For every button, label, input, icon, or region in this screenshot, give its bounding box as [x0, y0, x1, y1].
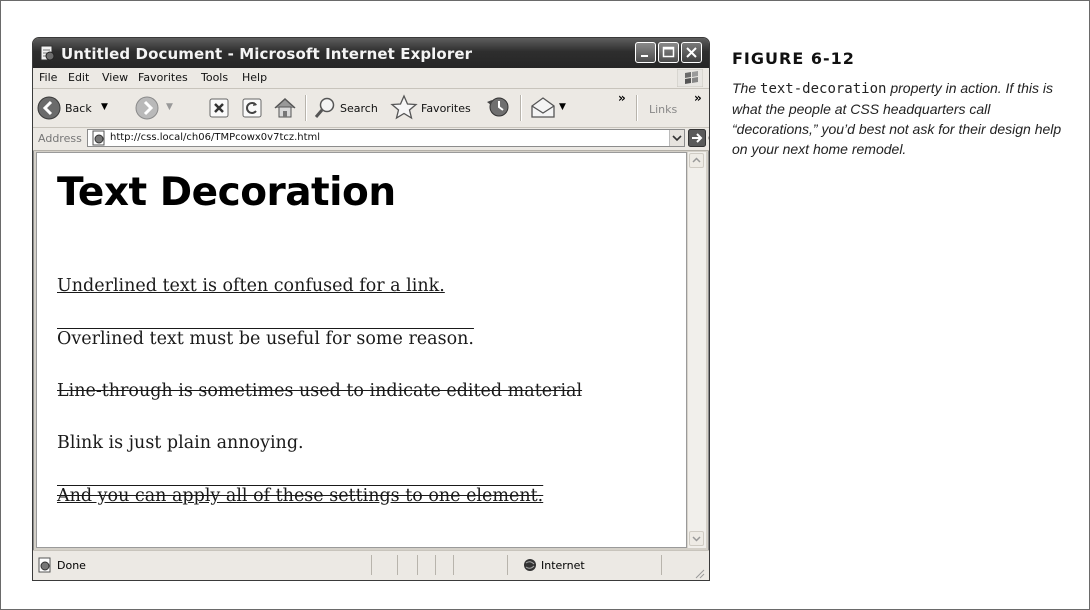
- address-dropdown-button[interactable]: [669, 130, 684, 146]
- resize-grip-icon[interactable]: [693, 567, 705, 579]
- forward-dropdown-icon[interactable]: ▼: [166, 102, 173, 112]
- status-pane: [435, 555, 436, 575]
- mail-icon: [531, 97, 555, 118]
- page-done-icon: [38, 557, 51, 573]
- vertical-scrollbar[interactable]: [687, 152, 706, 548]
- page-viewport: Text Decoration Underlined text is often…: [36, 152, 687, 548]
- search-label: Search: [340, 102, 378, 115]
- menu-view[interactable]: View: [102, 71, 128, 84]
- toolbar-separator: [520, 95, 522, 121]
- toolbar-chevron-icon[interactable]: »: [618, 91, 626, 105]
- figure-number: FIGURE 6-12: [732, 49, 855, 68]
- chevron-down-icon: [672, 135, 682, 142]
- page-icon: [92, 130, 105, 146]
- minimize-icon: [641, 55, 648, 57]
- caption-code: text-decoration: [760, 81, 887, 97]
- maximize-button[interactable]: [658, 42, 679, 63]
- chevron-down-icon: [692, 536, 701, 542]
- go-arrow-icon[interactable]: [688, 129, 706, 147]
- page-heading: Text Decoration: [57, 170, 396, 215]
- status-pane: [453, 555, 454, 575]
- address-input[interactable]: http://css.local/ch06/TMPcowx0v7tcz.html: [87, 129, 685, 147]
- figure-caption: The text-decoration property in action. …: [732, 78, 1062, 159]
- menu-favorites[interactable]: Favorites: [138, 71, 188, 84]
- back-label: Back: [65, 102, 92, 115]
- back-arrow-icon: [37, 96, 61, 120]
- status-pane: [417, 555, 418, 575]
- menu-bar: File Edit View Favorites Tools Help: [33, 68, 709, 89]
- menu-edit[interactable]: Edit: [68, 71, 89, 84]
- history-button[interactable]: [485, 94, 511, 122]
- overline-paragraph: Overlined text must be useful for some r…: [57, 329, 474, 349]
- status-pane: [661, 555, 662, 575]
- line-through-paragraph: Line-through is sometimes used to indica…: [57, 381, 583, 401]
- toolbar-separator: [636, 95, 638, 121]
- minimize-button[interactable]: [635, 42, 656, 63]
- internet-globe-icon: [524, 559, 536, 571]
- menu-tools[interactable]: Tools: [201, 71, 228, 84]
- go-button[interactable]: Go: [708, 132, 709, 145]
- ie-document-icon: [40, 45, 55, 61]
- title-bar[interactable]: Untitled Document - Microsoft Internet E…: [33, 38, 709, 68]
- blink-paragraph: Blink is just plain annoying.: [57, 433, 304, 453]
- close-button[interactable]: [681, 42, 702, 63]
- mail-button[interactable]: ▼: [529, 94, 571, 122]
- forward-arrow-icon: [135, 96, 159, 120]
- scroll-up-button[interactable]: [689, 153, 704, 168]
- mail-dropdown-icon[interactable]: ▼: [559, 102, 566, 112]
- status-bar: Done Internet: [33, 550, 709, 580]
- security-zone-label: Internet: [541, 559, 585, 572]
- history-icon: [487, 97, 509, 117]
- address-label: Address: [38, 132, 82, 145]
- maximize-icon: [662, 46, 675, 58]
- close-icon: [686, 47, 697, 58]
- menu-help[interactable]: Help: [242, 71, 267, 84]
- favorites-label: Favorites: [421, 102, 471, 115]
- home-icon: [274, 97, 296, 118]
- menu-file[interactable]: File: [39, 71, 57, 84]
- windows-flag-icon: [677, 69, 703, 87]
- search-button[interactable]: Search: [313, 94, 389, 122]
- status-pane: [371, 555, 372, 575]
- standard-toolbar: Back ▼ ▼ Search Favorites ▼ » Links »: [33, 89, 709, 128]
- favorites-button[interactable]: Favorites: [390, 94, 480, 122]
- links-label[interactable]: Links: [649, 103, 677, 116]
- stop-icon: [209, 98, 229, 118]
- refresh-icon: [242, 98, 262, 118]
- scroll-down-button[interactable]: [689, 531, 704, 546]
- back-dropdown-icon[interactable]: ▼: [101, 102, 108, 112]
- search-icon: [314, 97, 335, 118]
- status-pane: [507, 555, 508, 575]
- address-bar: Address http://css.local/ch06/TMPcowx0v7…: [33, 128, 709, 151]
- toolbar-separator: [305, 95, 307, 121]
- back-button[interactable]: Back ▼: [37, 94, 117, 122]
- star-icon: [390, 94, 418, 120]
- window-title: Untitled Document - Microsoft Internet E…: [61, 45, 473, 63]
- underline-paragraph: Underlined text is often confused for a …: [57, 276, 445, 296]
- browser-window: Untitled Document - Microsoft Internet E…: [32, 37, 710, 581]
- refresh-button[interactable]: [241, 94, 263, 122]
- all-decorations-paragraph: And you can apply all of these settings …: [57, 486, 544, 506]
- links-chevron-icon[interactable]: »: [694, 91, 702, 105]
- chevron-up-icon: [692, 157, 701, 163]
- status-pane: [397, 555, 398, 575]
- address-url: http://css.local/ch06/TMPcowx0v7tcz.html: [110, 132, 321, 143]
- caption-lead: The: [732, 80, 761, 96]
- home-button[interactable]: [273, 94, 297, 122]
- status-text: Done: [57, 559, 86, 572]
- stop-button[interactable]: [208, 94, 230, 122]
- forward-button[interactable]: ▼: [135, 94, 181, 122]
